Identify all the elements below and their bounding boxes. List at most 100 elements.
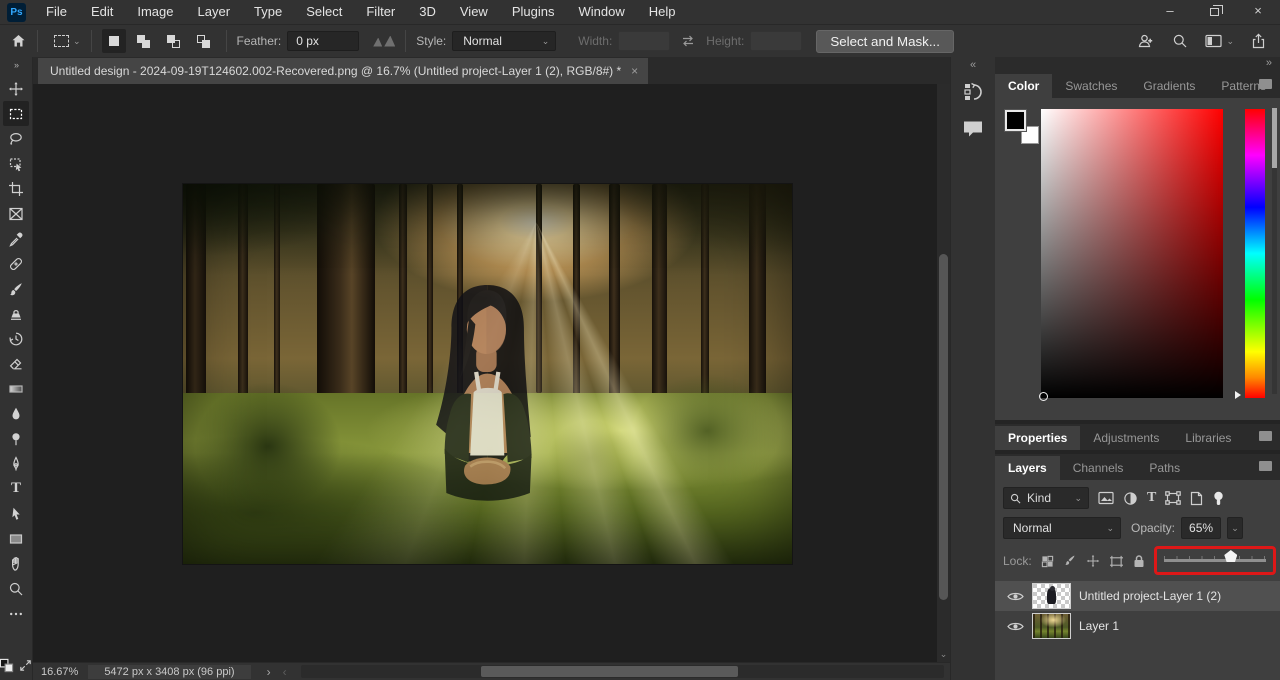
brush-tool[interactable] bbox=[3, 276, 29, 301]
edit-toolbar-icon[interactable] bbox=[3, 601, 29, 626]
select-and-mask-button[interactable]: Select and Mask... bbox=[816, 29, 954, 53]
comment-icon[interactable] bbox=[962, 119, 984, 139]
lasso-tool[interactable] bbox=[3, 126, 29, 151]
shape-filter-icon[interactable] bbox=[1165, 491, 1182, 505]
panel-menu-icon[interactable] bbox=[1259, 461, 1272, 471]
panel-scrollbar-thumb[interactable] bbox=[1272, 108, 1277, 168]
layer-thumbnail[interactable] bbox=[1032, 583, 1071, 609]
tab-paths[interactable]: Paths bbox=[1136, 456, 1193, 480]
menu-plugins[interactable]: Plugins bbox=[500, 0, 567, 24]
screen-mode-icon[interactable] bbox=[18, 653, 34, 678]
eyedropper-tool[interactable] bbox=[3, 226, 29, 251]
object-selection-tool[interactable] bbox=[3, 151, 29, 176]
pen-tool[interactable] bbox=[3, 451, 29, 476]
lock-pixels-icon[interactable] bbox=[1063, 554, 1077, 568]
menu-file[interactable]: File bbox=[34, 0, 79, 24]
tab-channels[interactable]: Channels bbox=[1060, 456, 1137, 480]
zoom-level-field[interactable]: 16.67% bbox=[33, 666, 88, 678]
share-icon[interactable] bbox=[1251, 33, 1266, 49]
layer-row-layer-1[interactable]: Layer 1 bbox=[995, 611, 1280, 641]
spot-healing-brush-tool[interactable] bbox=[3, 251, 29, 276]
tab-color[interactable]: Color bbox=[995, 74, 1053, 98]
hand-tool[interactable] bbox=[3, 551, 29, 576]
blur-tool[interactable] bbox=[3, 401, 29, 426]
adjustment-filter-icon[interactable] bbox=[1123, 491, 1138, 506]
filter-toggle-icon[interactable] bbox=[1212, 491, 1225, 506]
subtract-selection-button[interactable] bbox=[162, 29, 186, 53]
visibility-eye-icon[interactable] bbox=[1007, 591, 1024, 602]
restore-button[interactable] bbox=[1192, 0, 1236, 24]
filter-kind-select[interactable]: Kind ⌄ bbox=[1003, 487, 1089, 509]
visibility-eye-icon[interactable] bbox=[1007, 621, 1024, 632]
tab-libraries[interactable]: Libraries bbox=[1172, 426, 1244, 450]
menu-select[interactable]: Select bbox=[294, 0, 354, 24]
foreground-background-swatches[interactable] bbox=[1004, 109, 1039, 144]
new-selection-button[interactable] bbox=[101, 29, 126, 53]
home-icon[interactable] bbox=[10, 33, 27, 49]
menu-layer[interactable]: Layer bbox=[186, 0, 243, 24]
vertical-scrollbar-thumb[interactable] bbox=[939, 254, 948, 600]
workspace-switcher[interactable]: ⌄ bbox=[1205, 34, 1234, 48]
color-swatches-icon[interactable] bbox=[0, 653, 15, 678]
zoom-tool[interactable] bbox=[3, 576, 29, 601]
dodge-tool[interactable] bbox=[3, 426, 29, 451]
tab-layers[interactable]: Layers bbox=[995, 456, 1060, 480]
eraser-tool[interactable] bbox=[3, 351, 29, 376]
close-document-icon[interactable]: × bbox=[631, 64, 638, 78]
history-icon[interactable] bbox=[962, 81, 984, 103]
style-select[interactable]: Normal ⌄ bbox=[452, 31, 557, 51]
rectangle-tool[interactable] bbox=[3, 526, 29, 551]
panel-scrollbar[interactable] bbox=[1272, 108, 1277, 394]
type-tool[interactable]: T bbox=[3, 476, 29, 501]
opacity-dropdown[interactable]: ⌄ bbox=[1227, 517, 1244, 539]
toolbar-expand-icon[interactable]: » bbox=[0, 57, 32, 76]
panel-menu-icon[interactable] bbox=[1259, 79, 1272, 89]
feather-input[interactable]: 0 px bbox=[287, 31, 360, 51]
collapse-panels-icon[interactable]: « bbox=[951, 57, 995, 81]
tab-swatches[interactable]: Swatches bbox=[1052, 74, 1130, 98]
intersect-selection-button[interactable] bbox=[192, 29, 216, 53]
status-chevron-icon[interactable]: › bbox=[267, 665, 271, 679]
hue-slider-marker[interactable] bbox=[1235, 391, 1241, 399]
crop-tool[interactable] bbox=[3, 176, 29, 201]
tool-preset-picker[interactable]: ⌄ bbox=[54, 35, 81, 47]
rectangular-marquee-tool[interactable] bbox=[3, 101, 29, 126]
clone-stamp-tool[interactable] bbox=[3, 301, 29, 326]
add-selection-button[interactable] bbox=[132, 29, 156, 53]
menu-filter[interactable]: Filter bbox=[354, 0, 407, 24]
swap-dimensions-icon[interactable] bbox=[680, 34, 696, 48]
panel-menu-icon[interactable] bbox=[1259, 431, 1272, 441]
lock-transparency-icon[interactable] bbox=[1041, 555, 1054, 568]
menu-3d[interactable]: 3D bbox=[407, 0, 448, 24]
horizontal-scrollbar[interactable] bbox=[300, 665, 944, 678]
gradient-tool[interactable] bbox=[3, 376, 29, 401]
tab-adjustments[interactable]: Adjustments bbox=[1080, 426, 1172, 450]
add-user-icon[interactable] bbox=[1137, 33, 1155, 49]
menu-window[interactable]: Window bbox=[566, 0, 636, 24]
tab-properties[interactable]: Properties bbox=[995, 426, 1081, 450]
saturation-brightness-field[interactable] bbox=[1039, 109, 1223, 401]
hue-slider[interactable] bbox=[1245, 109, 1265, 398]
menu-type[interactable]: Type bbox=[242, 0, 294, 24]
foreground-color-swatch[interactable] bbox=[1004, 109, 1027, 132]
expand-panels-icon[interactable]: » bbox=[995, 57, 1280, 72]
pixel-filter-icon[interactable] bbox=[1098, 491, 1114, 505]
lock-position-icon[interactable] bbox=[1086, 554, 1100, 568]
minimize-button[interactable]: – bbox=[1148, 0, 1192, 24]
path-selection-tool[interactable] bbox=[3, 501, 29, 526]
menu-image[interactable]: Image bbox=[125, 0, 185, 24]
layer-thumbnail[interactable] bbox=[1032, 613, 1071, 639]
horizontal-scrollbar-thumb[interactable] bbox=[480, 666, 739, 677]
blend-mode-select[interactable]: Normal ⌄ bbox=[1003, 517, 1121, 539]
layer-name[interactable]: Untitled project-Layer 1 (2) bbox=[1079, 589, 1221, 603]
color-cursor[interactable] bbox=[1039, 392, 1048, 401]
history-brush-tool[interactable] bbox=[3, 326, 29, 351]
layer-opacity-slider-thumb[interactable] bbox=[1224, 550, 1238, 562]
canvas-area[interactable] bbox=[33, 84, 938, 662]
document-tab[interactable]: Untitled design - 2024-09-19T124602.002-… bbox=[38, 58, 649, 84]
menu-edit[interactable]: Edit bbox=[79, 0, 125, 24]
menu-view[interactable]: View bbox=[448, 0, 500, 24]
layer-name[interactable]: Layer 1 bbox=[1079, 619, 1119, 633]
close-button[interactable]: × bbox=[1236, 0, 1280, 24]
layer-row-untitled-project[interactable]: Untitled project-Layer 1 (2) bbox=[995, 581, 1280, 611]
